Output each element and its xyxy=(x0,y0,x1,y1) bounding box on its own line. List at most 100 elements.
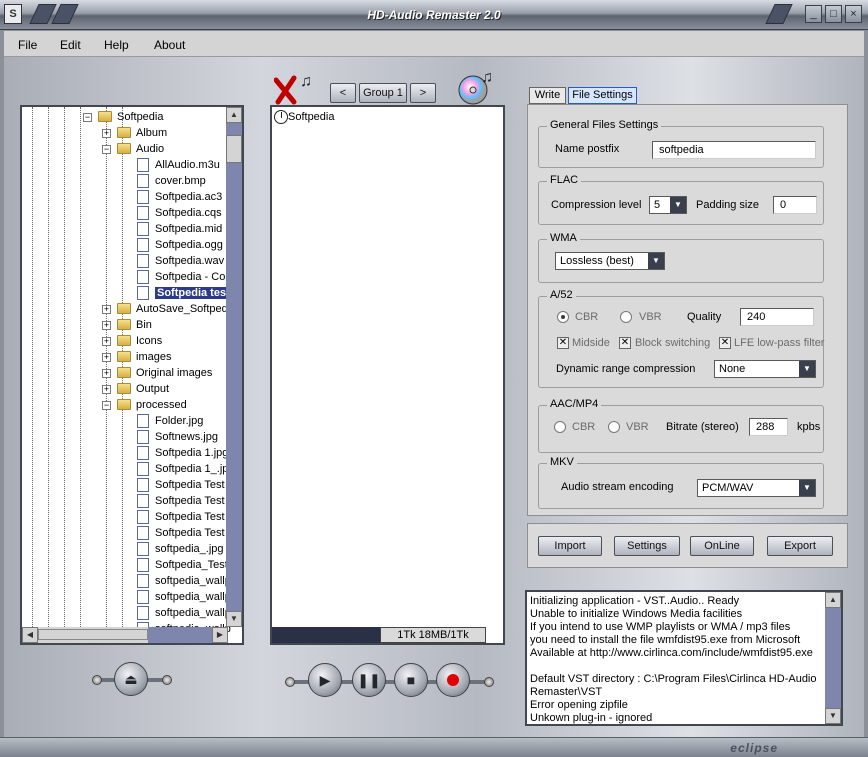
aac-vbr-radio[interactable] xyxy=(608,421,620,433)
online-button[interactable]: OnLine xyxy=(690,536,754,556)
tree-item[interactable]: + Original images xyxy=(22,365,226,381)
tree-item[interactable]: − Audio xyxy=(22,141,226,157)
tree-item[interactable]: Softpedia Test xyxy=(22,509,226,525)
tree-item[interactable]: Softpedia tes xyxy=(22,285,229,301)
svg-text:♫: ♫ xyxy=(481,69,493,86)
scroll-up-button[interactable]: ▲ xyxy=(226,107,242,123)
log-vscrollbar[interactable]: ▲ ▼ xyxy=(825,592,841,724)
tree-item[interactable]: Softpedia.ac3 xyxy=(22,189,226,205)
tree-item[interactable]: Softpedia.mid xyxy=(22,221,226,237)
stop-button[interactable]: ■ xyxy=(394,663,428,697)
export-button[interactable]: Export xyxy=(767,536,833,556)
track-list[interactable]: Softpedia 1Tk 18MB/1Tk xyxy=(270,105,505,645)
minimize-button[interactable]: _ xyxy=(805,5,822,23)
settings-button[interactable]: Settings xyxy=(614,536,680,556)
tree-item[interactable]: Softpedia_Test xyxy=(22,557,228,573)
record-button[interactable] xyxy=(436,663,470,697)
lfe-checkbox[interactable]: ✕ xyxy=(719,337,731,349)
tree-item[interactable]: + Album xyxy=(22,125,226,141)
tree-expander[interactable]: + xyxy=(102,129,111,138)
tab-file-settings[interactable]: File Settings xyxy=(568,87,637,104)
tree-expander[interactable]: + xyxy=(102,305,111,314)
tree-item[interactable]: + AutoSave_Softped xyxy=(22,301,228,317)
menu-edit[interactable]: Edit xyxy=(60,38,81,52)
tree-item[interactable]: Softpedia Test xyxy=(22,525,226,541)
scroll-thumb[interactable] xyxy=(226,135,242,163)
tree-item[interactable]: softpedia_wallp xyxy=(22,573,231,589)
remove-x-icon[interactable]: ♫ xyxy=(273,72,312,105)
scroll-up-button[interactable]: ▲ xyxy=(825,592,841,608)
tree-item[interactable]: + Bin xyxy=(22,317,226,333)
scroll-down-button[interactable]: ▼ xyxy=(226,611,242,627)
group-prev-button[interactable]: < xyxy=(330,83,356,103)
hscroll-thumb[interactable] xyxy=(38,629,148,640)
tree-item[interactable]: Softpedia - Cop xyxy=(22,269,231,285)
a52-cbr-radio[interactable] xyxy=(557,311,569,323)
midside-checkbox[interactable]: ✕ xyxy=(557,337,569,349)
tree-expander[interactable]: + xyxy=(102,353,111,362)
tree-item[interactable]: softpedia_.jpg xyxy=(22,541,226,557)
tree-item[interactable]: − processed xyxy=(22,397,226,413)
tree-item[interactable]: Softnews.jpg xyxy=(22,429,226,445)
tree-item[interactable]: + Icons xyxy=(22,333,226,349)
block-switching-label: Block switching xyxy=(635,337,711,349)
wma-mode-select[interactable]: Lossless (best) ▼ xyxy=(555,252,665,270)
tree-item[interactable]: Softpedia 1.jpg xyxy=(22,445,228,461)
play-button[interactable]: ▶ xyxy=(308,663,342,697)
tree-item[interactable]: Softpedia.cqs xyxy=(22,205,226,221)
tree-expander[interactable]: + xyxy=(102,385,111,394)
import-button[interactable]: Import xyxy=(538,536,602,556)
scroll-right-button[interactable]: ▶ xyxy=(212,627,228,643)
tree-expander[interactable]: + xyxy=(102,337,111,346)
scroll-down-button[interactable]: ▼ xyxy=(825,708,841,724)
scroll-left-button[interactable]: ◀ xyxy=(22,627,38,643)
rod-knob xyxy=(162,675,172,685)
tree-item[interactable]: Softpedia.wav xyxy=(22,253,226,269)
tree-item[interactable]: AllAudio.m3u xyxy=(22,157,226,173)
padding-size-input[interactable]: 0 xyxy=(773,196,817,214)
chevron-down-icon: ▼ xyxy=(670,197,686,213)
name-postfix-input[interactable]: softpedia xyxy=(652,141,816,159)
tree-expander[interactable]: + xyxy=(102,369,111,378)
tree-item[interactable]: Softpedia 1_.jp xyxy=(22,461,228,477)
tab-write[interactable]: Write xyxy=(529,87,566,104)
tree-expander[interactable]: − xyxy=(83,113,92,122)
close-button[interactable]: × xyxy=(845,5,862,23)
file-tree[interactable]: − Softpedia + Album − Audio AllAudio.m3u cover.… xyxy=(20,105,244,645)
drc-select[interactable]: None ▼ xyxy=(714,360,816,378)
compression-level-select[interactable]: 5 ▼ xyxy=(649,196,687,214)
tree-item[interactable]: + images xyxy=(22,349,226,365)
maximize-button[interactable]: □ xyxy=(825,5,842,23)
tree-item[interactable]: Softpedia.ogg xyxy=(22,237,226,253)
tree-item[interactable]: cover.bmp xyxy=(22,173,226,189)
track-item[interactable]: Softpedia xyxy=(288,111,334,123)
menu-about[interactable]: About xyxy=(154,38,185,52)
tree-vscrollbar[interactable]: ▲ ▼ xyxy=(226,107,242,627)
a52-vbr-radio[interactable] xyxy=(620,311,632,323)
tree-expander[interactable]: − xyxy=(102,145,111,154)
bitrate-input[interactable]: 288 xyxy=(749,418,788,436)
eject-button[interactable]: ⏏ xyxy=(114,662,148,696)
log-panel[interactable]: Initializing application - VST..Audio.. … xyxy=(525,590,843,726)
quality-input[interactable]: 240 xyxy=(740,308,814,326)
cd-music-icon[interactable]: ♫ xyxy=(457,68,503,106)
tree-hscrollbar[interactable]: ◀ ▶ xyxy=(22,627,228,643)
menu-help[interactable]: Help xyxy=(104,38,129,52)
tree-item[interactable]: softpedia_wallp xyxy=(22,605,231,621)
tree-item[interactable]: Folder.jpg xyxy=(22,413,226,429)
block-switching-checkbox[interactable]: ✕ xyxy=(619,337,631,349)
tree-expander[interactable]: + xyxy=(102,321,111,330)
group-label[interactable]: Group 1 xyxy=(359,83,407,103)
tree-item[interactable]: − Softpedia xyxy=(22,109,226,125)
aac-cbr-radio[interactable] xyxy=(554,421,566,433)
group-next-button[interactable]: > xyxy=(410,83,436,103)
menu-file[interactable]: File xyxy=(18,38,37,52)
tree-item[interactable]: + Output xyxy=(22,381,226,397)
tree-item[interactable]: softpedia_wallp xyxy=(22,589,231,605)
encoding-select[interactable]: PCM/WAV ▼ xyxy=(697,479,816,497)
tree-expander[interactable]: − xyxy=(102,401,111,410)
file-settings-panel: General Files Settings Name postfix soft… xyxy=(527,104,848,516)
pause-button[interactable]: ❚❚ xyxy=(352,663,386,697)
tree-item[interactable]: Softpedia Test xyxy=(22,493,226,509)
tree-item[interactable]: Softpedia Test xyxy=(22,477,226,493)
